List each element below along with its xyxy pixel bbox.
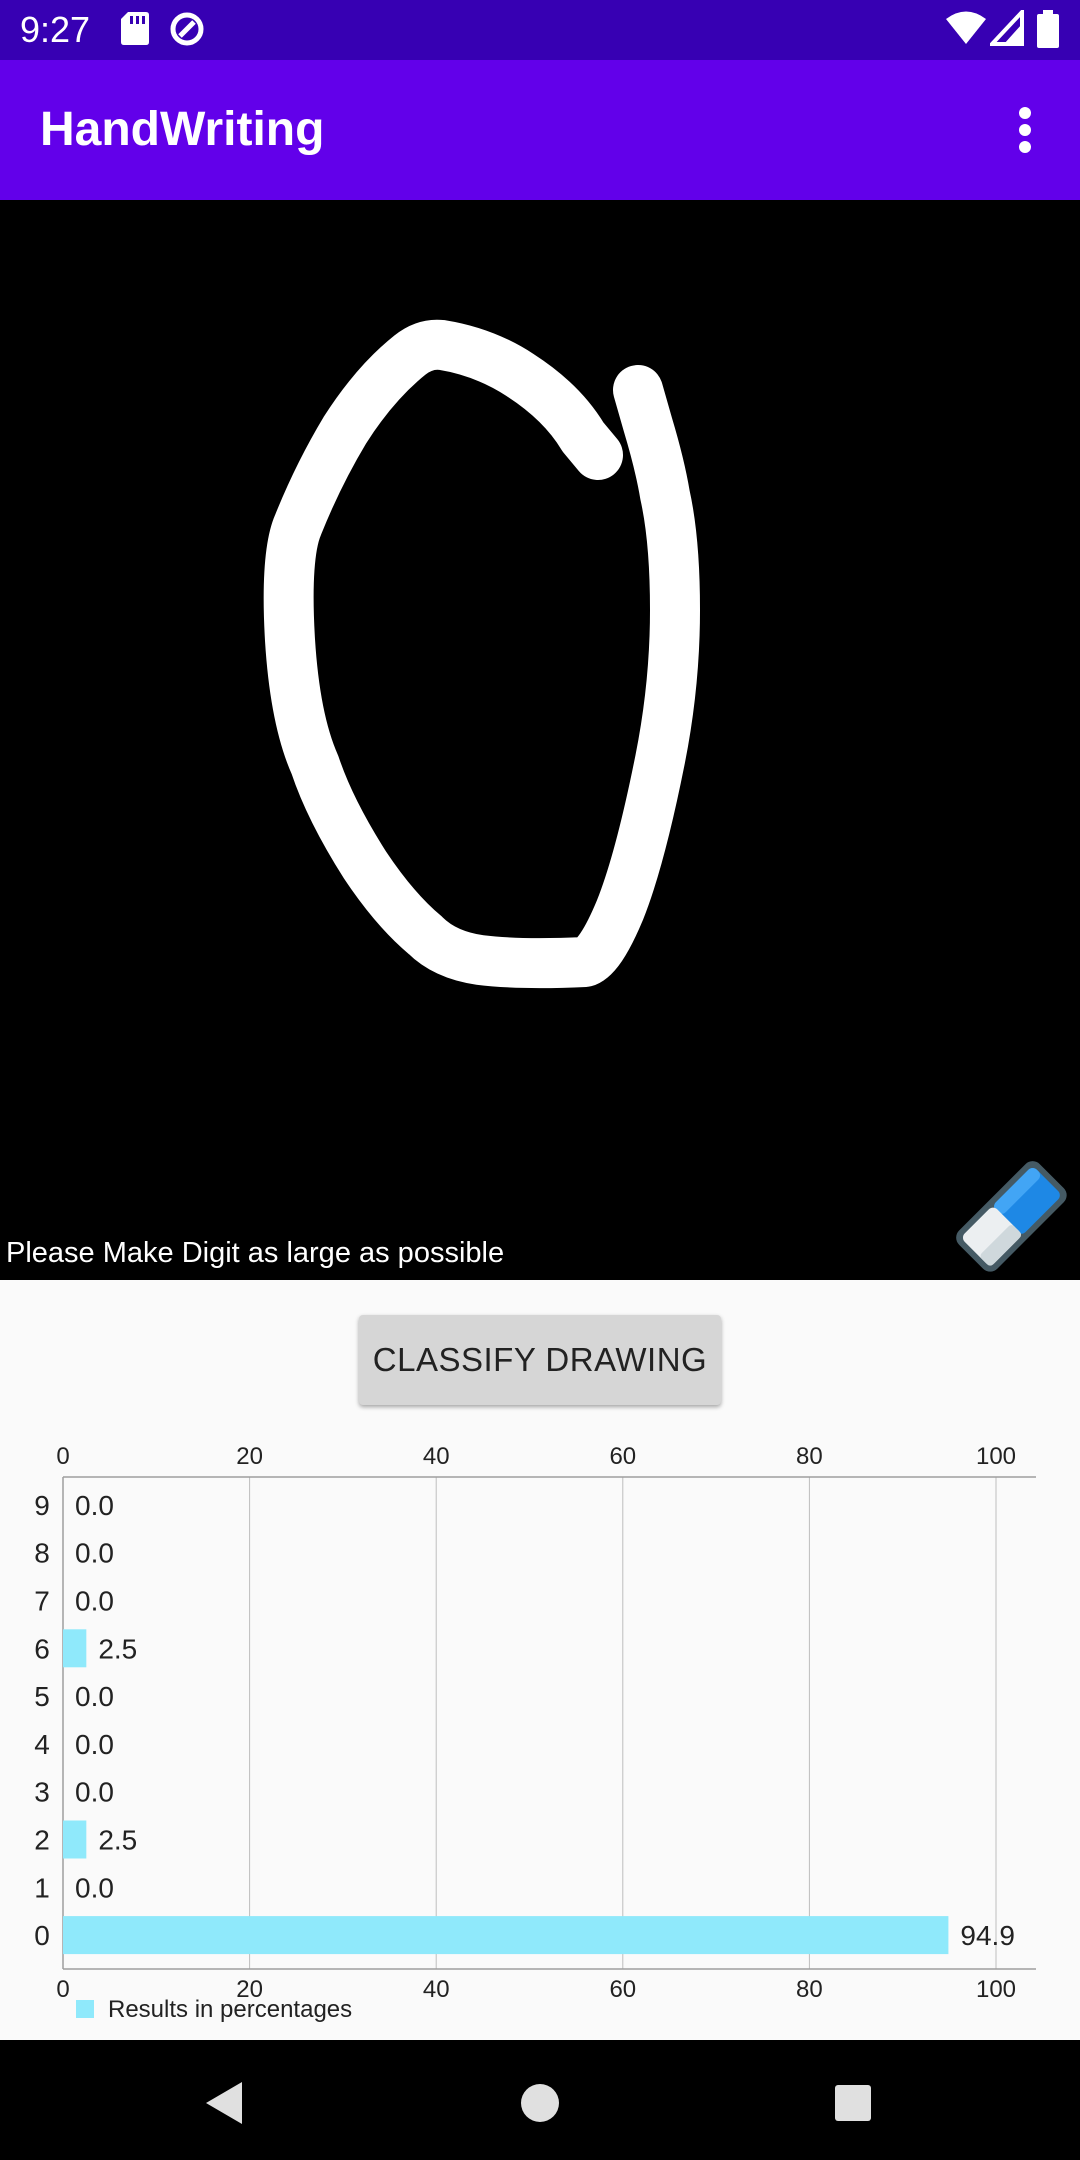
value-label: 0.0 <box>75 1872 114 1903</box>
value-label: 0.0 <box>75 1538 114 1569</box>
category-label: 2 <box>34 1825 50 1856</box>
canvas-hint: Please Make Digit as large as possible <box>6 1237 505 1269</box>
back-icon[interactable] <box>200 2078 250 2128</box>
more-vert-icon[interactable] <box>1000 100 1050 160</box>
legend-swatch <box>76 2000 94 2018</box>
status-bar: 9:27 <box>0 0 1080 60</box>
value-label: 2.5 <box>98 1825 137 1856</box>
home-icon[interactable] <box>518 2081 562 2125</box>
value-label: 94.9 <box>960 1920 1015 1951</box>
wifi-icon <box>946 11 986 44</box>
x-tick-label-top: 100 <box>976 1443 1016 1470</box>
x-tick-label-top: 0 <box>56 1443 69 1470</box>
bar <box>63 1629 87 1668</box>
bar <box>63 1916 949 1955</box>
battery-icon <box>1037 10 1059 48</box>
bar <box>63 1820 87 1859</box>
navigation-bar <box>0 2040 1080 2160</box>
category-label: 4 <box>34 1729 50 1760</box>
handwritten-digit-stroke <box>263 319 700 989</box>
x-tick-label-bottom: 80 <box>796 1976 823 2003</box>
x-tick-label-top: 20 <box>236 1443 263 1470</box>
value-label: 2.5 <box>98 1633 137 1664</box>
x-tick-label-bottom: 100 <box>976 1976 1016 2003</box>
legend-label: Results in percentages <box>108 1996 352 2023</box>
category-label: 5 <box>34 1681 50 1712</box>
classify-drawing-button[interactable]: CLASSIFY DRAWING <box>359 1315 721 1405</box>
category-label: 6 <box>34 1633 50 1664</box>
results-bar-chart: 0020204040606080801001000 94.91 0.02 2.53 0.… <box>34 1443 1036 2023</box>
value-label: 0.0 <box>75 1681 114 1712</box>
category-label: 8 <box>34 1538 50 1569</box>
app-title: HandWriting <box>40 103 325 156</box>
value-label: 0.0 <box>75 1490 114 1521</box>
category-label: 1 <box>34 1872 50 1903</box>
sd-card-icon <box>121 12 149 45</box>
category-label: 0 <box>34 1920 50 1951</box>
value-label: 0.0 <box>75 1777 114 1808</box>
eraser-icon[interactable] <box>945 1150 1075 1280</box>
category-label: 9 <box>34 1490 50 1521</box>
status-time: 9:27 <box>20 9 91 50</box>
x-tick-label-top: 80 <box>796 1443 823 1470</box>
value-label: 0.0 <box>75 1586 114 1617</box>
x-tick-label-bottom: 40 <box>423 1976 450 2003</box>
sync-icon <box>170 12 204 46</box>
recents-icon[interactable] <box>833 2083 873 2123</box>
category-label: 7 <box>34 1586 50 1617</box>
x-tick-label-top: 40 <box>423 1443 450 1470</box>
signal-icon <box>990 10 1024 46</box>
x-tick-label-bottom: 0 <box>56 1976 69 2003</box>
category-label: 3 <box>34 1777 50 1808</box>
value-label: 0.0 <box>75 1729 114 1760</box>
x-tick-label-top: 60 <box>609 1443 636 1470</box>
drawing-canvas[interactable]: Please Make Digit as large as possible <box>0 200 1080 1280</box>
app-bar: HandWriting <box>0 60 1080 200</box>
x-tick-label-bottom: 60 <box>609 1976 636 2003</box>
